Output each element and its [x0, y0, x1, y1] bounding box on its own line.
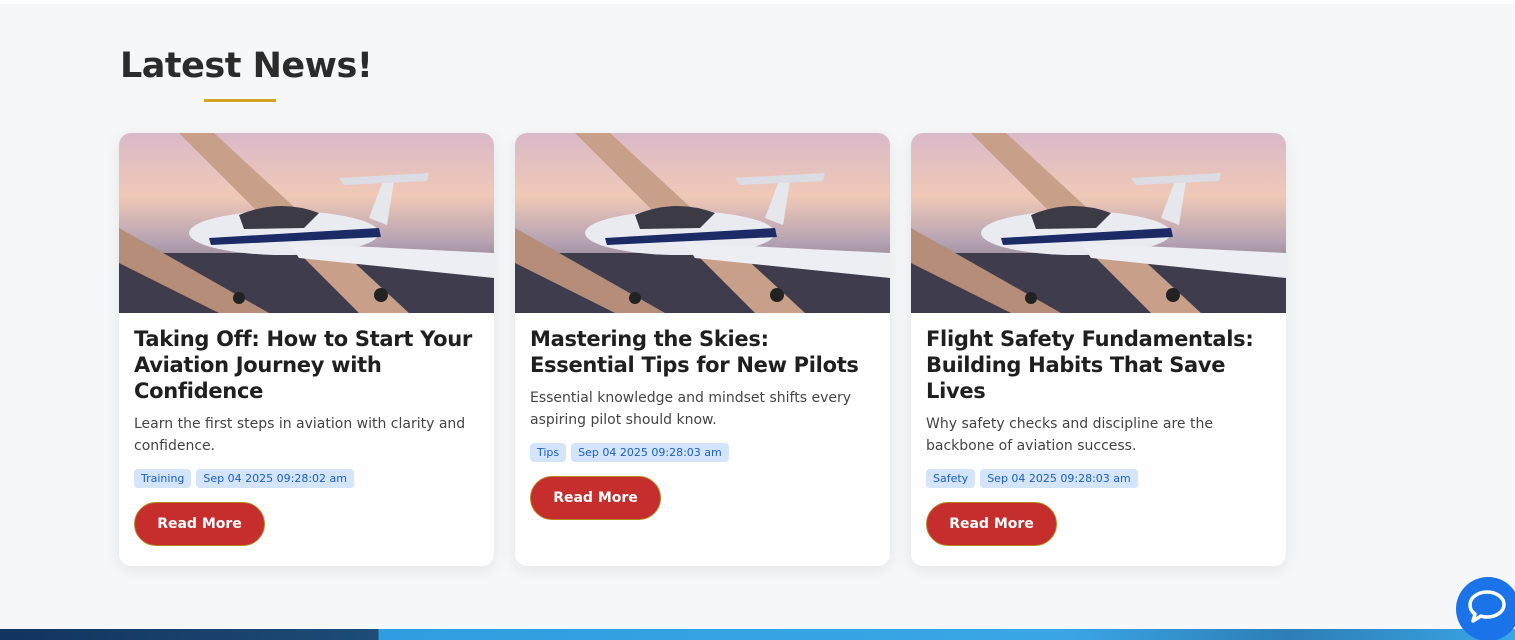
airplane-image — [911, 133, 1286, 313]
read-more-button[interactable]: Read More — [134, 502, 265, 546]
date-badge: Sep 04 2025 09:28:02 am — [196, 469, 354, 488]
news-card-image[interactable] — [911, 133, 1286, 313]
section-title: Latest News! — [120, 46, 373, 86]
news-card-title[interactable]: Taking Off: How to Start Your Aviation J… — [134, 326, 479, 404]
date-badge: Sep 04 2025 09:28:03 am — [571, 443, 729, 462]
news-card-title[interactable]: Mastering the Skies: Essential Tips for … — [530, 326, 875, 378]
news-card: Mastering the Skies: Essential Tips for … — [515, 133, 890, 566]
news-card-title[interactable]: Flight Safety Fundamentals: Building Hab… — [926, 326, 1271, 404]
date-badge: Sep 04 2025 09:28:03 am — [980, 469, 1138, 488]
news-card-description: Why safety checks and discipline are the… — [926, 416, 1213, 454]
read-more-button[interactable]: Read More — [530, 476, 661, 520]
category-badge: Safety — [926, 469, 976, 488]
news-card-tags: Tips Sep 04 2025 09:28:03 am — [530, 443, 875, 462]
top-divider — [0, 0, 1515, 4]
news-card-description: Learn the first steps in aviation with c… — [134, 416, 466, 454]
title-underline — [204, 99, 276, 102]
news-card-tags: Safety Sep 04 2025 09:28:03 am — [926, 469, 1271, 488]
news-card-tags: Training Sep 04 2025 09:28:02 am — [134, 469, 479, 488]
news-card-image[interactable] — [119, 133, 494, 313]
news-card: Flight Safety Fundamentals: Building Hab… — [911, 133, 1286, 566]
chat-bubble-icon — [1468, 590, 1506, 623]
chat-button[interactable] — [1456, 577, 1515, 640]
airplane-image — [119, 133, 494, 313]
category-badge: Training — [134, 469, 192, 488]
category-badge: Tips — [530, 443, 567, 462]
news-card-description: Essential knowledge and mindset shifts e… — [530, 390, 852, 428]
footer-banner — [0, 629, 1515, 640]
news-card-image[interactable] — [515, 133, 890, 313]
news-card: Taking Off: How to Start Your Aviation J… — [119, 133, 494, 566]
airplane-image — [515, 133, 890, 313]
read-more-button[interactable]: Read More — [926, 502, 1057, 546]
